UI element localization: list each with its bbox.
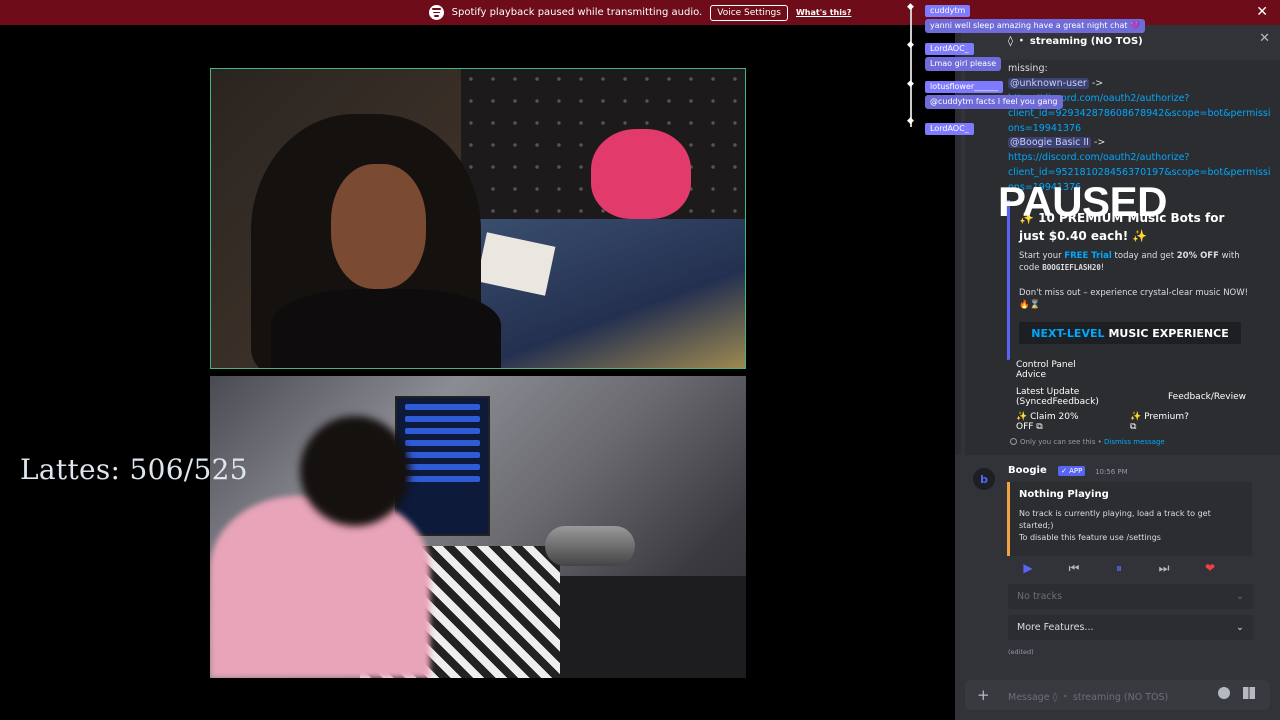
- plush-toy: [591, 129, 691, 219]
- apps-icon[interactable]: [1243, 687, 1255, 699]
- pause-icon[interactable]: ⏸: [1102, 557, 1136, 579]
- banner-message: Spotify playback paused while transmitti…: [451, 7, 703, 18]
- message-placeholder: Message ◊ ・ streaming (NO TOS): [1008, 692, 1169, 703]
- tracks-select-label: No tracks: [1017, 591, 1063, 602]
- chat-message: yanni well sleep amazing have a great ni…: [925, 19, 1146, 33]
- message-input[interactable]: + Message ◊ ・ streaming (NO TOS): [965, 680, 1270, 710]
- chat-message: @cuddytm facts I feel you gang: [925, 95, 1063, 109]
- person-shirt: [271, 289, 501, 368]
- ephemeral-note: Only you can see this • Dismiss message: [1010, 438, 1165, 446]
- microphone: [545, 526, 635, 566]
- chat-username: LordAOC_: [925, 123, 974, 135]
- heart-icon[interactable]: ❤: [1193, 557, 1227, 579]
- more-features-label: More Features...: [1017, 622, 1094, 633]
- message-timestamp: 10:56 PM: [1095, 468, 1128, 476]
- premium-button[interactable]: ✨ Premium? ⧉: [1122, 411, 1206, 433]
- app-badge: ✓ APP: [1058, 466, 1086, 476]
- embed-line4: 🔥⌛: [1019, 300, 1041, 310]
- chevron-down-icon: ⌄: [1236, 591, 1244, 602]
- claim-discount-button[interactable]: ✨ Claim 20% OFF ⧉: [1008, 411, 1106, 433]
- screen: Lattes: 506/525 Spotify playback paused …: [0, 0, 1280, 720]
- more-features-select[interactable]: More Features... ⌄: [1008, 615, 1253, 640]
- webcam-feed-top: [210, 68, 746, 369]
- person-blurred: [210, 496, 430, 678]
- diamond-icon: ◆: [907, 2, 914, 12]
- close-icon[interactable]: ✕: [1259, 31, 1270, 46]
- spotify-icon: [428, 5, 444, 20]
- np-line1: No track is currently playing, load a tr…: [1019, 509, 1211, 518]
- message-author[interactable]: Boogie: [1008, 465, 1047, 476]
- latest-update-button[interactable]: Latest Update (SyncedFeedback): [1008, 386, 1155, 408]
- chat-username: LordAOC_: [925, 43, 974, 55]
- embed-line1: Start your FREE Trial today and get 20% …: [1019, 251, 1240, 261]
- oauth-link-2a[interactable]: https://discord.com/oauth2/authorize?: [1008, 152, 1189, 163]
- np-line2: started;): [1019, 521, 1054, 530]
- next-icon[interactable]: ⏭: [1147, 557, 1181, 579]
- whats-this-link[interactable]: What's this?: [796, 8, 851, 17]
- edited-label: (edited): [1008, 648, 1034, 656]
- control-panel-button[interactable]: Control Panel Advice: [1008, 359, 1108, 381]
- diamond-icon: ◆: [907, 79, 914, 89]
- plus-icon[interactable]: +: [977, 686, 990, 704]
- feedback-button[interactable]: Feedback/Review: [1162, 386, 1252, 408]
- play-icon[interactable]: ▶: [1011, 557, 1045, 579]
- eye-icon: [1010, 438, 1017, 445]
- now-playing-embed: Nothing Playing No track is currently pl…: [1007, 482, 1252, 556]
- person-hair-blurred: [300, 416, 410, 526]
- boogie-avatar[interactable]: b: [973, 468, 995, 490]
- emoji-icon[interactable]: [1218, 687, 1230, 699]
- diamond-icon: ◆: [907, 40, 914, 50]
- chat-username: lotusflower______: [925, 81, 1004, 93]
- diamond-icon: ◆: [907, 116, 914, 126]
- paused-overlay: PAUSED: [998, 178, 1167, 225]
- lattes-counter: Lattes: 506/525: [20, 453, 248, 486]
- person-face: [331, 164, 426, 289]
- np-line3: To disable this feature use /settings: [1019, 533, 1161, 542]
- embed-line3: Don't miss out – experience crystal-clea…: [1019, 288, 1249, 298]
- np-title: Nothing Playing: [1019, 489, 1109, 500]
- banner-close-icon[interactable]: ✕: [1256, 4, 1268, 20]
- voice-settings-button[interactable]: Voice Settings: [710, 4, 788, 21]
- webcam-feed-bottom: [210, 376, 746, 678]
- chat-overlay: ◆ ◆ ◆ ◆ cuddytm yanni well sleep amazing…: [905, 3, 1155, 143]
- chat-timeline: [910, 7, 912, 127]
- chat-username: cuddytm: [925, 5, 971, 17]
- tracks-select[interactable]: No tracks ⌄: [1008, 584, 1253, 609]
- dismiss-link[interactable]: Dismiss message: [1104, 438, 1165, 446]
- embed-line2: code BOOGIEFLASH20!: [1019, 263, 1105, 273]
- previous-icon[interactable]: ⏮: [1057, 557, 1091, 579]
- chat-message: Lmao girl please: [925, 57, 1002, 71]
- oauth-link-2b[interactable]: client_id=952181028456370197&scope=bot&p…: [1008, 167, 1271, 178]
- chevron-down-icon: ⌄: [1236, 622, 1244, 633]
- next-level-banner: NEXT-LEVEL MUSIC EXPERIENCE: [1019, 322, 1241, 344]
